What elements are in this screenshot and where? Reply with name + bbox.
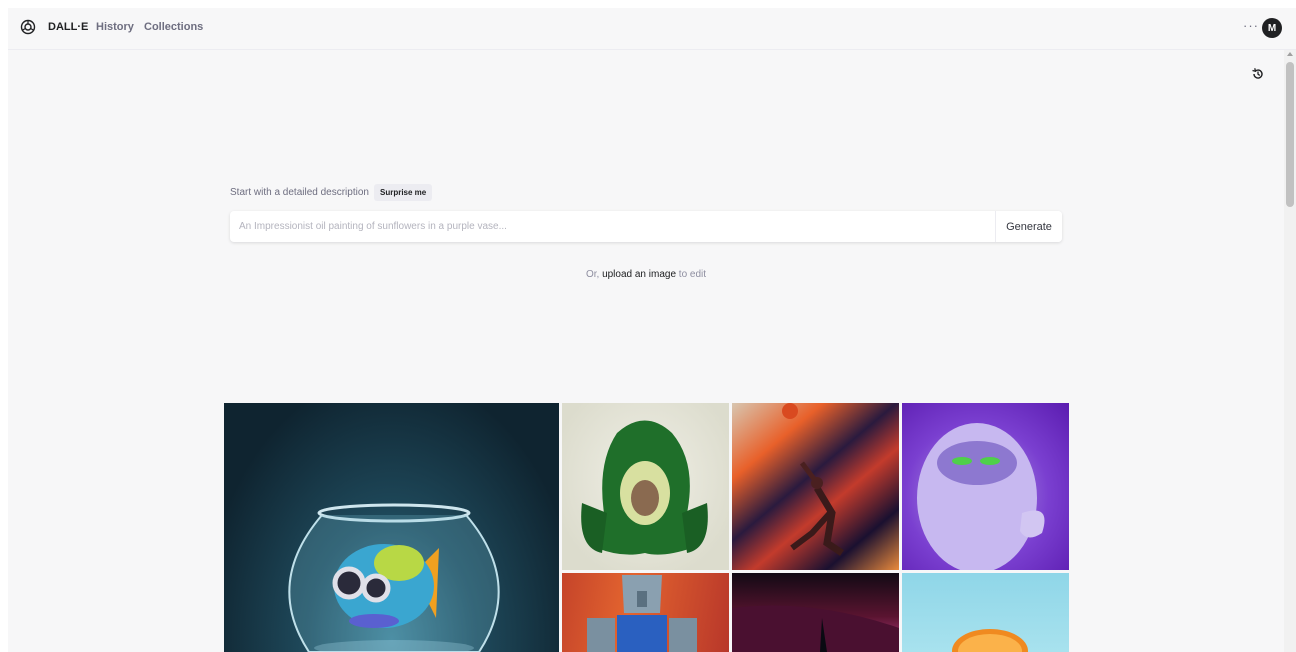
- gallery-tile-robot-painting[interactable]: [562, 573, 729, 652]
- more-options-button[interactable]: ···: [1243, 18, 1259, 33]
- gallery-tile-purple-yeti[interactable]: [902, 403, 1069, 570]
- gallery-tile-orange-slice[interactable]: [902, 573, 1069, 652]
- scroll-up-arrow-icon[interactable]: [1287, 52, 1293, 56]
- surprise-me-button[interactable]: Surprise me: [374, 184, 433, 201]
- avocado-chair-illustration: [581, 420, 708, 555]
- example-gallery: [224, 403, 1070, 652]
- nav-history-link[interactable]: History: [96, 21, 134, 33]
- app-frame: DALL·E History Collections ··· M Start w…: [8, 8, 1296, 652]
- prompt-box: Generate: [230, 211, 1062, 242]
- upload-prefix: Or,: [585, 269, 600, 280]
- upload-image-link[interactable]: upload an image: [602, 269, 676, 280]
- page-scrollbar[interactable]: [1284, 50, 1296, 652]
- gallery-tile-fish-in-bowl[interactable]: [224, 403, 559, 652]
- generate-button[interactable]: Generate: [995, 211, 1062, 242]
- prompt-label: Start with a detailed description: [230, 187, 369, 198]
- upload-suffix: to edit: [678, 269, 707, 280]
- gallery-tile-dark-landscape[interactable]: [732, 573, 899, 652]
- avatar-initial: M: [1267, 22, 1277, 34]
- top-nav: DALL·E History Collections ··· M: [8, 8, 1296, 50]
- brand-link[interactable]: DALL·E: [48, 21, 88, 33]
- openai-logo-icon[interactable]: [20, 19, 36, 35]
- scrollbar-thumb[interactable]: [1286, 62, 1294, 207]
- user-avatar[interactable]: M: [1262, 18, 1282, 38]
- history-icon[interactable]: [1251, 67, 1265, 81]
- generate-label: Generate: [1006, 220, 1052, 233]
- yeti-illustration: [917, 423, 1045, 570]
- upload-line: Or, upload an image to edit: [8, 269, 1284, 280]
- gallery-tile-space-basketball[interactable]: [732, 403, 899, 570]
- robot-illustration: [587, 575, 697, 652]
- space-basketball-illustration: [782, 403, 844, 556]
- surprise-me-label: Surprise me: [380, 188, 427, 197]
- prompt-input[interactable]: [230, 211, 994, 242]
- fish-bowl-illustration: [288, 503, 500, 652]
- gallery-tile-avocado-chair[interactable]: [562, 403, 729, 570]
- orange-slice-illustration: [952, 629, 1028, 652]
- nav-collections-link[interactable]: Collections: [144, 21, 203, 33]
- dark-landscape-illustration: [732, 605, 899, 652]
